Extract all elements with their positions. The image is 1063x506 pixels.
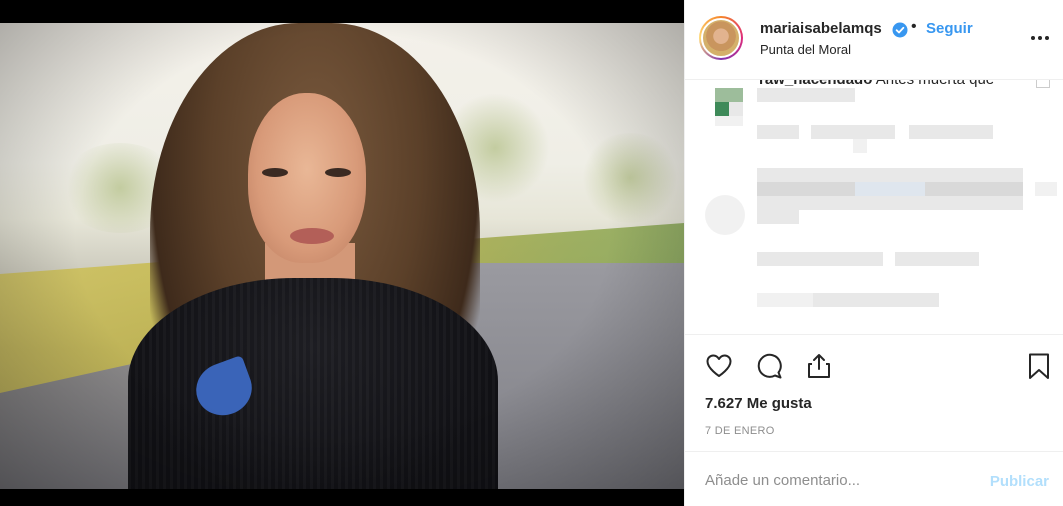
blurred-meta <box>811 125 895 139</box>
location-link[interactable]: Punta del Moral <box>760 42 851 57</box>
comment-body: Antes muerta que <box>876 80 994 88</box>
photo-vignette <box>0 23 684 489</box>
comment-like-icon[interactable] <box>1036 80 1050 88</box>
avatar[interactable] <box>699 16 743 60</box>
post-date[interactable]: 7 DE ENERO <box>705 425 775 437</box>
likes-count[interactable]: 7.627 Me gusta <box>705 395 812 412</box>
blurred-comment <box>1035 182 1057 196</box>
comment-icon[interactable] <box>754 351 784 381</box>
comments-list: raw_hacendado Antes muerta que <box>685 80 1063 335</box>
comment-input[interactable] <box>705 462 975 498</box>
add-comment-form: Publicar <box>685 451 1063 506</box>
blurred-comment <box>855 182 925 196</box>
comment-text: raw_hacendado Antes muerta que <box>759 80 994 88</box>
blurred-comment <box>757 168 1023 182</box>
avatar-image <box>701 18 741 58</box>
blurred-comment <box>757 182 855 196</box>
follow-button[interactable]: Seguir <box>926 20 973 37</box>
blurred-avatar <box>715 88 743 102</box>
blurred-avatar <box>729 102 743 116</box>
post-media[interactable] <box>0 0 684 506</box>
comment-username[interactable]: raw_hacendado <box>759 80 872 88</box>
more-options-icon[interactable] <box>1028 28 1052 48</box>
heart-icon[interactable] <box>704 351 734 381</box>
blurred-meta <box>757 293 813 307</box>
blurred-meta <box>853 139 867 153</box>
blurred-meta <box>757 252 883 266</box>
bookmark-icon[interactable] <box>1024 351 1054 381</box>
publish-button[interactable]: Publicar <box>990 473 1049 490</box>
blurred-meta <box>813 293 939 307</box>
post-side-panel: mariaisabelamqs • Seguir Punta del Moral… <box>684 0 1063 506</box>
blurred-comment <box>925 182 1023 196</box>
blurred-comment <box>757 88 855 102</box>
post-photo[interactable] <box>0 23 684 489</box>
verified-badge-icon <box>892 22 908 38</box>
blurred-meta <box>757 125 799 139</box>
blurred-avatar <box>705 195 745 235</box>
blurred-comment <box>757 196 1023 210</box>
blurred-comment <box>757 210 799 224</box>
action-bar <box>685 345 1063 389</box>
post-header: mariaisabelamqs • Seguir Punta del Moral <box>685 0 1063 80</box>
blurred-avatar <box>715 102 729 116</box>
username-link[interactable]: mariaisabelamqs <box>760 20 882 37</box>
separator-dot: • <box>911 18 917 35</box>
blurred-avatar <box>715 116 743 126</box>
blurred-meta <box>909 125 993 139</box>
share-icon[interactable] <box>804 351 834 381</box>
blurred-meta <box>895 252 979 266</box>
